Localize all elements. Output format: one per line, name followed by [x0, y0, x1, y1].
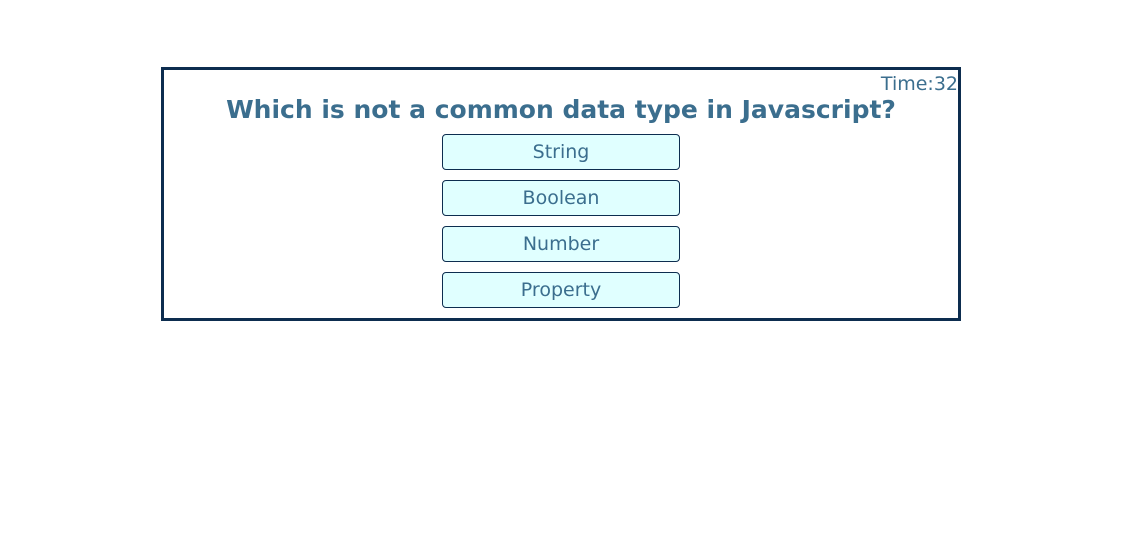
answer-button-number[interactable]: Number [442, 226, 680, 262]
answer-button-property[interactable]: Property [442, 272, 680, 308]
answer-button-string[interactable]: String [442, 134, 680, 170]
timer: Time:32 [880, 73, 958, 95]
quiz-card: Time:32 Which is not a common data type … [161, 67, 961, 321]
question-title: Which is not a common data type in Javas… [226, 95, 896, 124]
answer-list: String Boolean Number Property [442, 134, 680, 318]
answer-button-boolean[interactable]: Boolean [442, 180, 680, 216]
